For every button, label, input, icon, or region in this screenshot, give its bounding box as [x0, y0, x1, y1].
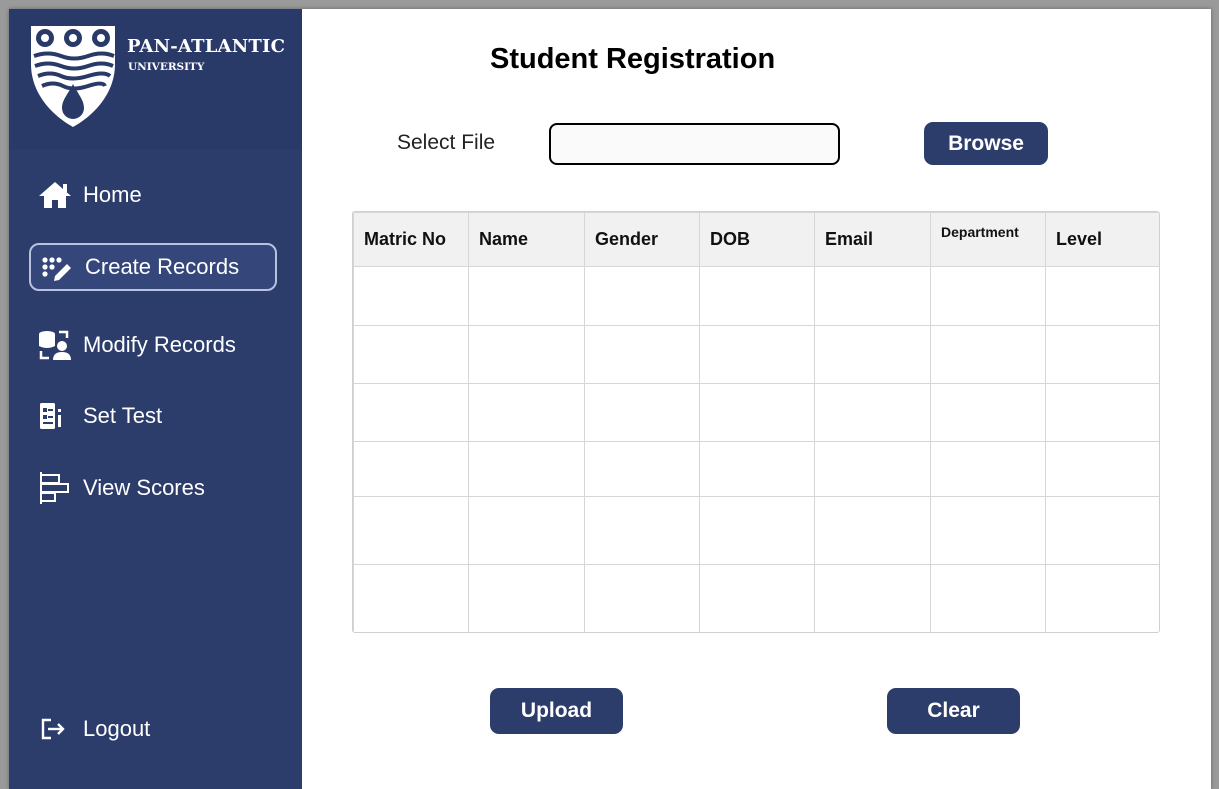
table-cell[interactable]: [353, 325, 469, 384]
column-header-department: Department: [930, 212, 1046, 267]
table-cell[interactable]: [1045, 496, 1159, 565]
table-row: [353, 564, 1159, 632]
column-header-level: Level: [1045, 212, 1159, 267]
table-cell[interactable]: [1045, 266, 1159, 326]
sidebar-item-label: Home: [83, 182, 142, 207]
table-cell[interactable]: [1045, 383, 1159, 442]
table-cell[interactable]: [468, 325, 585, 384]
table-row: [353, 441, 1159, 497]
table-cell[interactable]: [584, 564, 700, 632]
table-cell[interactable]: [584, 266, 700, 326]
table-cell[interactable]: [930, 496, 1046, 565]
table-cell[interactable]: [814, 266, 931, 326]
table-row: [353, 383, 1159, 442]
table-cell[interactable]: [1045, 564, 1159, 632]
table-cell[interactable]: [699, 496, 815, 565]
modify-records-icon: [37, 329, 77, 361]
table-cell[interactable]: [930, 325, 1046, 384]
bar-chart-icon: [37, 472, 77, 504]
table-cell[interactable]: [468, 266, 585, 326]
table-cell[interactable]: [353, 383, 469, 442]
create-records-icon: [39, 251, 79, 283]
logout-button[interactable]: Logout: [29, 705, 277, 753]
column-header-email: Email: [814, 212, 931, 267]
column-header-name: Name: [468, 212, 585, 267]
table-cell[interactable]: [699, 564, 815, 632]
column-header-matric-no: Matric No: [353, 212, 469, 267]
upload-button[interactable]: Upload: [490, 688, 623, 734]
sidebar: PAN-ATLANTIC UNIVERSITY Home Create Reco…: [9, 9, 302, 789]
table-cell[interactable]: [814, 325, 931, 384]
sidebar-item-label: View Scores: [83, 475, 205, 500]
student-table: Matric No Name Gender DOB Email Departme…: [352, 211, 1160, 633]
logout-label: Logout: [83, 716, 151, 741]
sidebar-item-label: Create Records: [85, 254, 240, 279]
table-header-row: Matric No Name Gender DOB Email Departme…: [353, 212, 1159, 267]
sidebar-item-set-test[interactable]: Set Test: [29, 392, 277, 440]
table-row: [353, 496, 1159, 565]
table-cell[interactable]: [930, 383, 1046, 442]
table-cell[interactable]: [584, 383, 700, 442]
table-cell[interactable]: [699, 266, 815, 326]
file-path-input[interactable]: [549, 123, 840, 165]
sidebar-item-modify-records[interactable]: Modify Records: [29, 321, 277, 369]
sidebar-item-home[interactable]: Home: [29, 171, 277, 219]
sidebar-item-label: Modify Records: [83, 332, 236, 357]
table-cell[interactable]: [353, 441, 469, 497]
table-cell[interactable]: [699, 325, 815, 384]
table-cell[interactable]: [584, 325, 700, 384]
sidebar-item-label: Set Test: [83, 403, 163, 428]
sidebar-item-view-scores[interactable]: View Scores: [29, 464, 277, 512]
table-cell[interactable]: [814, 441, 931, 497]
select-file-label: Select File: [397, 131, 496, 154]
table-cell[interactable]: [814, 496, 931, 565]
table-cell[interactable]: [468, 564, 585, 632]
table-cell[interactable]: [814, 383, 931, 442]
logout-icon: [37, 713, 77, 745]
test-sheet-icon: [37, 400, 77, 432]
table-cell[interactable]: [468, 441, 585, 497]
table-row: [353, 325, 1159, 384]
table-cell[interactable]: [699, 383, 815, 442]
table-cell[interactable]: [353, 496, 469, 565]
column-header-dob: DOB: [699, 212, 815, 267]
table-cell[interactable]: [930, 564, 1046, 632]
table-cell[interactable]: [814, 564, 931, 632]
table-cell[interactable]: [584, 496, 700, 565]
app-window: PAN-ATLANTIC UNIVERSITY Home Create Reco…: [9, 9, 1211, 789]
table-cell[interactable]: [468, 496, 585, 565]
table-cell[interactable]: [468, 383, 585, 442]
table-cell[interactable]: [930, 441, 1046, 497]
table-cell[interactable]: [930, 266, 1046, 326]
university-shield-logo: [31, 26, 115, 127]
table-row: [353, 266, 1159, 326]
clear-button[interactable]: Clear: [887, 688, 1020, 734]
table-cell[interactable]: [353, 266, 469, 326]
university-name: PAN-ATLANTIC: [127, 36, 286, 57]
table-cell[interactable]: [1045, 441, 1159, 497]
table-cell[interactable]: [699, 441, 815, 497]
table-cell[interactable]: [584, 441, 700, 497]
university-subtitle: UNIVERSITY: [128, 61, 205, 73]
page-title: Student Registration: [490, 43, 776, 75]
table-cell[interactable]: [1045, 325, 1159, 384]
sidebar-item-create-records[interactable]: Create Records: [29, 243, 277, 291]
home-icon: [37, 179, 77, 211]
logo-area: PAN-ATLANTIC UNIVERSITY: [9, 9, 302, 149]
column-header-gender: Gender: [584, 212, 700, 267]
table-cell[interactable]: [353, 564, 469, 632]
browse-button[interactable]: Browse: [924, 122, 1048, 165]
